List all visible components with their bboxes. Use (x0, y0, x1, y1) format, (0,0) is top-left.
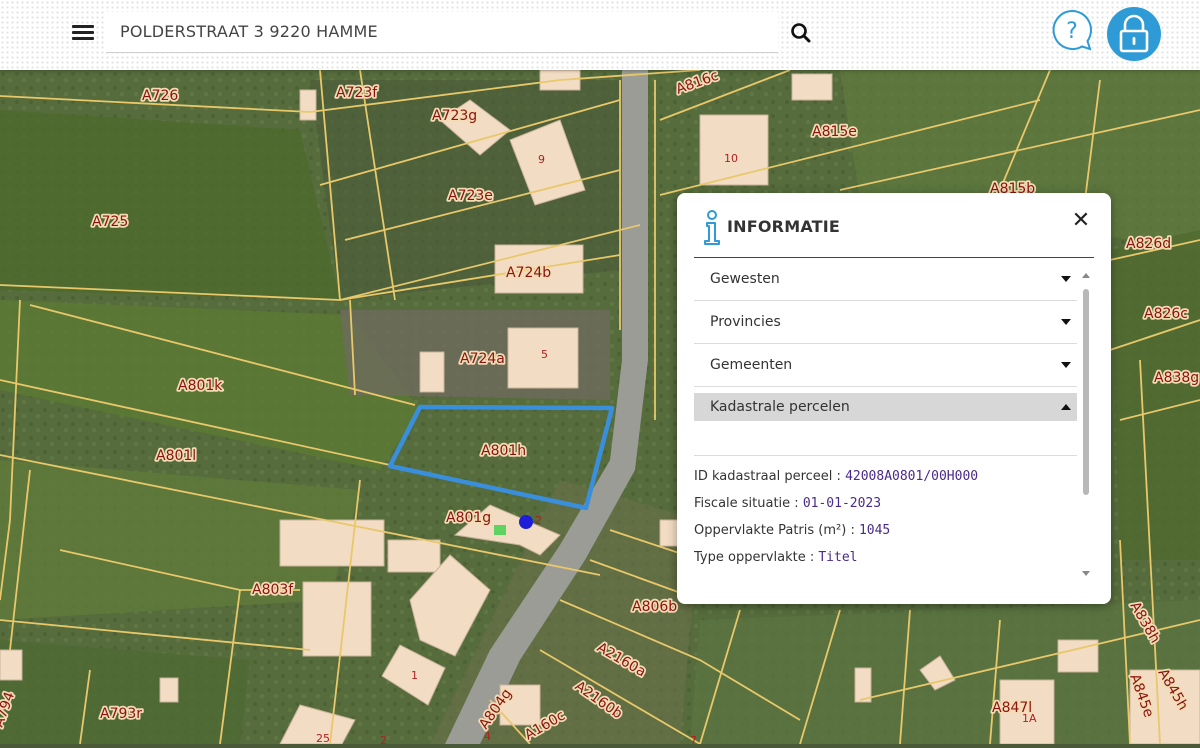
detail-label: Oppervlakte Patris (m²) : (694, 523, 859, 538)
parcel-label: A726 (142, 88, 178, 104)
parcel-label: A838g (1154, 370, 1199, 386)
scrollbar-thumb[interactable] (1083, 289, 1089, 495)
detail-value: 42008A0801/00H000 (845, 469, 979, 484)
parcel-label: A801g (446, 510, 491, 526)
parcel-label: A801l (156, 448, 196, 464)
scroll-down-arrow-icon[interactable] (1082, 571, 1090, 576)
parcel-label: A801k (178, 378, 223, 394)
parcel-label: A815e (812, 124, 857, 140)
chevron-down-icon (1061, 362, 1071, 368)
scroll-up-arrow-icon[interactable] (1082, 273, 1090, 278)
detail-value: 01-01-2023 (802, 496, 882, 511)
section-label: Gemeenten (710, 357, 793, 373)
house-number: 4 (484, 730, 491, 743)
house-number: 7 (690, 734, 697, 744)
section-label: Kadastrale percelen (710, 399, 850, 415)
address-search-value: POLDERSTRAAT 3 9220 HAMME (120, 22, 378, 41)
detail-label: Fiscale situatie : (694, 496, 803, 511)
house-number: 25 (316, 732, 330, 744)
house-marker-icon (494, 525, 506, 535)
parcel-label: A803f (252, 582, 294, 598)
detail-value: 1045 (858, 523, 891, 538)
parcel-label: A806b (632, 599, 677, 615)
detail-label: ID kadastraal perceel : (694, 469, 846, 484)
information-panel: INFORMATIE ✕ Gewesten Provincies Gemeent… (677, 193, 1111, 604)
svg-text:?: ? (1066, 19, 1078, 44)
chevron-down-icon (1061, 276, 1071, 282)
house-number: 5 (541, 348, 548, 361)
section-gewesten[interactable]: Gewesten (694, 258, 1077, 301)
info-icon (701, 210, 723, 246)
detail-divider (694, 455, 1077, 456)
top-bar: POLDERSTRAAT 3 9220 HAMME ? (0, 0, 1200, 70)
house-number: 1 (411, 669, 418, 682)
detail-parcel-id: ID kadastraal perceel : 42008A0801/00H00… (694, 469, 978, 484)
hamburger-menu-icon[interactable] (72, 22, 94, 42)
chevron-up-icon (1061, 404, 1071, 410)
parcel-label: A723f (336, 85, 378, 101)
parcel-label: A801h (481, 443, 526, 459)
close-icon[interactable]: ✕ (1071, 210, 1091, 232)
parcel-label: A793r (100, 706, 142, 722)
panel-scrollbar[interactable] (1081, 273, 1091, 585)
section-provincies[interactable]: Provincies (694, 301, 1077, 344)
address-search-input[interactable]: POLDERSTRAAT 3 9220 HAMME (106, 12, 778, 53)
parcel-label: A724b (506, 265, 551, 281)
detail-value: Titel (818, 550, 858, 565)
house-number: 9 (538, 153, 545, 166)
parcel-label: A725 (92, 214, 128, 230)
panel-title: INFORMATIE (727, 217, 841, 236)
help-question-icon[interactable]: ? (1050, 8, 1094, 52)
detail-label: Type oppervlakte : (694, 550, 819, 565)
parcel-label: A826d (1126, 236, 1171, 252)
house-number: 1A (1022, 712, 1037, 725)
location-marker-icon[interactable] (519, 515, 533, 529)
detail-area: Oppervlakte Patris (m²) : 1045 (694, 523, 890, 538)
section-gemeenten[interactable]: Gemeenten (694, 344, 1077, 387)
section-kadastrale-percelen[interactable]: Kadastrale percelen (694, 393, 1077, 421)
detail-area-type: Type oppervlakte : Titel (694, 550, 857, 565)
lock-icon[interactable] (1106, 6, 1162, 62)
parcel-label: A723e (448, 188, 493, 204)
detail-fiscal-situation: Fiscale situatie : 01-01-2023 (694, 496, 881, 511)
parcel-label: A826c (1144, 306, 1188, 322)
parcel-label: A723g (432, 108, 477, 124)
house-number: 2 (535, 514, 542, 527)
parcel-label: A724a (460, 351, 505, 367)
house-number: 2 (380, 734, 387, 744)
search-icon[interactable] (786, 18, 816, 48)
section-label: Gewesten (710, 271, 780, 287)
house-number: 10 (724, 152, 738, 165)
section-label: Provincies (710, 314, 781, 330)
chevron-down-icon (1061, 319, 1071, 325)
